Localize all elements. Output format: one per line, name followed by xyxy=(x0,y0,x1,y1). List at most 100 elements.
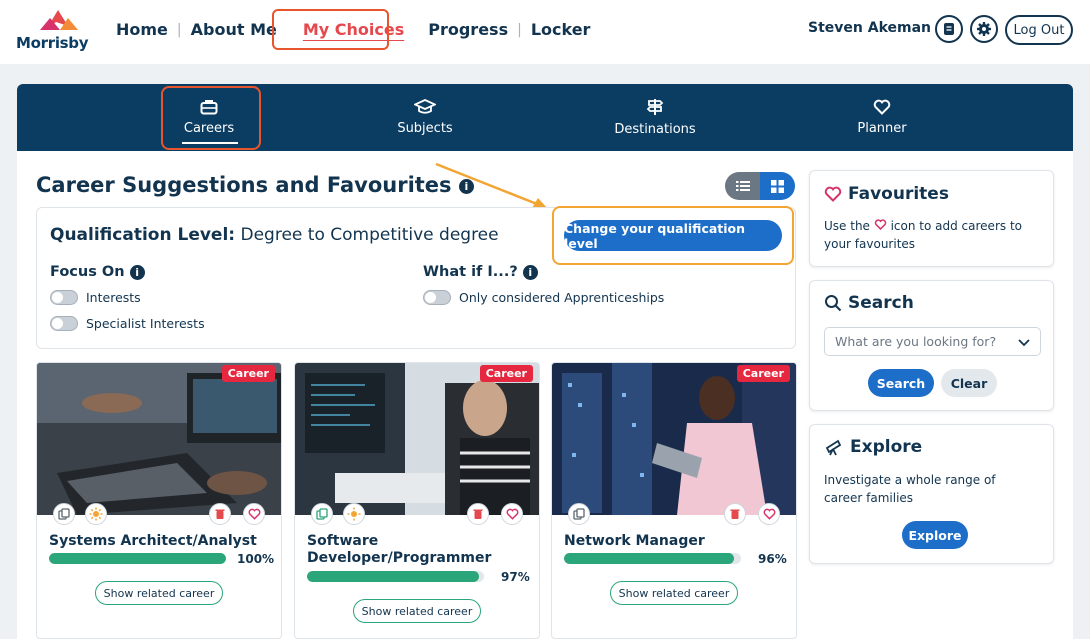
favourite-heart-icon[interactable] xyxy=(501,503,523,525)
search-title-text: Search xyxy=(848,293,914,313)
careers-tab-highlight xyxy=(161,86,261,150)
nav-locker[interactable]: Locker xyxy=(531,20,591,39)
career-name[interactable]: Network Manager xyxy=(564,533,784,550)
match-bar xyxy=(564,553,741,564)
document-button[interactable] xyxy=(935,15,963,43)
search-placeholder: What are you looking for? xyxy=(835,334,997,349)
match-bar xyxy=(49,553,226,564)
morrisby-logo[interactable]: Morrisby xyxy=(16,8,96,56)
grid-icon xyxy=(771,179,784,193)
match-percent: 97% xyxy=(501,570,530,584)
tab-subjects[interactable]: Subjects xyxy=(355,84,495,151)
career-name[interactable]: Software Developer/Programmer xyxy=(307,533,497,567)
what-if-heading: What if I...? i xyxy=(423,264,538,280)
career-card[interactable]: Career Network Manager 96% Show related … xyxy=(551,362,797,639)
qualification-value: Degree to Competitive degree xyxy=(240,225,499,245)
toggle-switch[interactable] xyxy=(50,290,78,305)
match-bar-fill xyxy=(307,571,479,582)
nav-progress[interactable]: Progress xyxy=(428,20,508,39)
document-icon xyxy=(944,23,954,35)
info-icon[interactable]: i xyxy=(522,264,538,280)
tab-label: Destinations xyxy=(614,122,696,137)
logout-button[interactable]: Log Out xyxy=(1005,15,1073,45)
qualification-label: Qualification Level: xyxy=(50,225,236,245)
nav-separator: | xyxy=(517,21,522,38)
related-careers-icon[interactable] xyxy=(568,503,590,525)
chevron-down-icon[interactable] xyxy=(1018,339,1030,347)
list-view-button[interactable] xyxy=(725,172,760,200)
delete-icon[interactable] xyxy=(724,503,746,525)
toggle-interests[interactable]: Interests xyxy=(50,290,141,305)
delete-icon[interactable] xyxy=(209,503,231,525)
focus-on-label: Focus On xyxy=(50,264,125,280)
my-choices-highlight xyxy=(272,9,389,50)
match-bar-fill xyxy=(49,553,226,564)
match-bar xyxy=(307,571,484,582)
delete-icon[interactable] xyxy=(467,503,489,525)
match-percent: 100% xyxy=(237,552,275,566)
grid-view-button[interactable] xyxy=(760,172,795,200)
graduation-cap-icon xyxy=(414,99,436,114)
toggle-apprenticeships[interactable]: Only considered Apprenticeships xyxy=(423,290,664,305)
search-title: Search xyxy=(824,293,914,313)
favourites-panel: Favourites Use the icon to add careers t… xyxy=(809,170,1054,267)
explore-title-text: Explore xyxy=(850,437,923,457)
explore-title: Explore xyxy=(824,437,922,457)
toggle-switch[interactable] xyxy=(423,290,451,305)
career-tag: Career xyxy=(221,365,275,382)
career-card[interactable]: Career Software Developer/Programmer 97%… xyxy=(294,362,540,639)
nav-home[interactable]: Home xyxy=(116,20,168,39)
explore-panel: Explore Investigate a whole range of car… xyxy=(809,424,1054,564)
toggle-label: Only considered Apprenticeships xyxy=(459,290,665,305)
tab-planner[interactable]: Planner xyxy=(812,84,952,151)
toggle-specialist-interests[interactable]: Specialist Interests xyxy=(50,316,205,331)
gear-icon xyxy=(977,22,991,36)
nav-separator: | xyxy=(176,21,182,38)
career-photo xyxy=(37,363,281,515)
toggle-label: Specialist Interests xyxy=(86,316,205,331)
heart-icon xyxy=(873,99,891,115)
favourites-help-text: Use the icon to add careers to your favo… xyxy=(824,217,1044,253)
show-related-career-button[interactable]: Show related career xyxy=(353,599,481,623)
career-card[interactable]: Career Systems Architect/Analyst 100% Sh… xyxy=(36,362,282,639)
career-name[interactable]: Systems Architect/Analyst xyxy=(49,533,269,550)
toggle-switch[interactable] xyxy=(50,316,78,331)
interest-sun-icon[interactable] xyxy=(343,503,365,525)
signpost-icon xyxy=(646,99,664,115)
search-button[interactable]: Search xyxy=(868,369,934,397)
favourites-text-pre: Use the xyxy=(824,219,870,233)
telescope-icon xyxy=(825,439,842,456)
search-icon xyxy=(825,295,842,312)
info-icon[interactable]: i xyxy=(129,264,145,280)
show-related-career-button[interactable]: Show related career xyxy=(610,581,738,605)
search-panel: Search What are you looking for? Search … xyxy=(809,280,1054,411)
search-input[interactable]: What are you looking for? xyxy=(824,327,1041,356)
logo-text: Morrisby xyxy=(16,34,89,52)
favourite-heart-icon[interactable] xyxy=(243,503,265,525)
focus-on-heading: Focus On i xyxy=(50,264,145,280)
match-percent: 96% xyxy=(758,552,787,566)
tab-destinations[interactable]: Destinations xyxy=(585,84,725,151)
settings-button[interactable] xyxy=(970,15,998,43)
top-header: Morrisby Home | About Me My Choices Prog… xyxy=(0,0,1090,64)
explore-text: Investigate a whole range of career fami… xyxy=(824,473,996,505)
career-photo xyxy=(295,363,539,515)
change-qualification-button[interactable]: Change your qualification level xyxy=(564,220,782,251)
career-tag: Career xyxy=(479,365,533,382)
page-title-text: Career Suggestions and Favourites xyxy=(36,173,452,197)
interest-sun-icon[interactable] xyxy=(85,503,107,525)
tab-label: Planner xyxy=(857,121,907,136)
favourite-heart-icon[interactable] xyxy=(758,503,780,525)
view-toggle xyxy=(725,172,795,200)
career-photo xyxy=(552,363,796,515)
list-icon xyxy=(735,181,750,191)
nav-about-me[interactable]: About Me xyxy=(191,20,277,39)
favourites-title-text: Favourites xyxy=(848,184,949,204)
show-related-career-button[interactable]: Show related career xyxy=(95,581,223,605)
heart-icon xyxy=(874,219,886,231)
related-careers-icon[interactable] xyxy=(311,503,333,525)
explore-button[interactable]: Explore xyxy=(902,521,968,549)
clear-button[interactable]: Clear xyxy=(941,369,997,397)
related-careers-icon[interactable] xyxy=(53,503,75,525)
qualification-level: Qualification Level: Degree to Competiti… xyxy=(50,225,499,245)
